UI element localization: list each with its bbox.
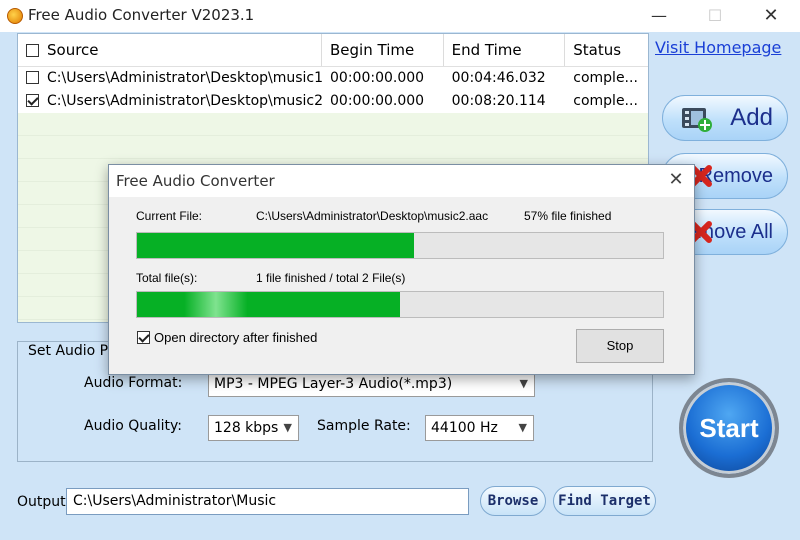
table-header: Source Begin Time End Time Status bbox=[18, 34, 648, 67]
add-label: Add bbox=[730, 104, 773, 131]
close-icon[interactable]: ✕ bbox=[756, 4, 786, 28]
total-files-label: Total file(s): bbox=[136, 271, 198, 285]
sample-rate-select[interactable]: 44100 Hz ▼ bbox=[425, 415, 534, 441]
row-checkbox[interactable] bbox=[26, 94, 39, 107]
begin-time-cell: 00:00:00.000 bbox=[330, 70, 425, 86]
find-target-button[interactable]: Find Target bbox=[553, 486, 656, 516]
empty-row bbox=[18, 113, 648, 136]
maximize-icon[interactable]: ☐ bbox=[700, 4, 730, 28]
audio-parameters-legend: Set Audio Pa bbox=[28, 343, 119, 359]
status-cell: comple... bbox=[573, 93, 638, 109]
output-path-field[interactable]: C:\Users\Administrator\Music bbox=[66, 488, 469, 515]
total-progress-fill bbox=[137, 292, 400, 317]
audio-quality-select[interactable]: 128 kbps ▼ bbox=[208, 415, 299, 441]
minimize-icon[interactable]: — bbox=[644, 4, 674, 28]
sample-rate-label: Sample Rate: bbox=[317, 418, 411, 434]
open-directory-label: Open directory after finished bbox=[154, 330, 318, 345]
app-icon bbox=[7, 8, 23, 24]
browse-button[interactable]: Browse bbox=[480, 486, 546, 516]
column-end-time[interactable]: End Time bbox=[444, 34, 566, 66]
audio-format-label: Audio Format: bbox=[84, 375, 183, 391]
start-button[interactable]: Start bbox=[679, 378, 779, 478]
select-all-checkbox[interactable] bbox=[26, 44, 39, 57]
current-file-label: Current File: bbox=[136, 209, 203, 223]
source-cell: C:\Users\Administrator\Desktop\music1... bbox=[18, 67, 322, 90]
total-files-status: 1 file finished / total 2 File(s) bbox=[256, 271, 406, 285]
empty-row bbox=[18, 136, 648, 159]
end-time-cell: 00:08:20.114 bbox=[451, 93, 546, 109]
table-row[interactable]: C:\Users\Administrator\Desktop\music2...… bbox=[18, 90, 648, 113]
begin-time-cell: 00:00:00.000 bbox=[330, 93, 425, 109]
total-progress-bar bbox=[136, 291, 664, 318]
current-file-path: C:\Users\Administrator\Desktop\music2.aa… bbox=[256, 209, 489, 223]
row-checkbox[interactable] bbox=[26, 71, 39, 84]
dialog-title: Free Audio Converter bbox=[109, 165, 694, 197]
stop-button[interactable]: Stop bbox=[576, 329, 664, 363]
output-label: Output bbox=[17, 494, 66, 510]
column-begin-time[interactable]: Begin Time bbox=[322, 34, 444, 66]
end-time-cell: 00:04:46.032 bbox=[451, 70, 546, 86]
chevron-down-icon: ▼ bbox=[283, 421, 292, 434]
current-file-percent: 57% file finished bbox=[524, 209, 612, 223]
film-add-icon bbox=[681, 105, 713, 140]
source-cell: C:\Users\Administrator\Desktop\music2... bbox=[18, 90, 322, 113]
add-button[interactable]: Add bbox=[662, 95, 788, 141]
dialog-close-icon[interactable]: ✕ bbox=[665, 169, 687, 190]
progress-dialog: Free Audio Converter ✕ Current File: C:\… bbox=[108, 164, 695, 375]
title-bar: Free Audio Converter V2023.1 — ☐ ✕ bbox=[0, 0, 800, 32]
column-source[interactable]: Source bbox=[18, 34, 323, 66]
window-title: Free Audio Converter V2023.1 bbox=[28, 6, 255, 24]
current-file-progress-bar bbox=[136, 232, 664, 259]
chevron-down-icon: ▼ bbox=[519, 377, 528, 390]
column-status[interactable]: Status bbox=[565, 34, 648, 66]
current-file-progress-fill bbox=[137, 233, 415, 258]
chevron-down-icon: ▼ bbox=[518, 421, 527, 434]
audio-quality-label: Audio Quality: bbox=[84, 418, 182, 434]
status-cell: comple... bbox=[573, 70, 638, 86]
open-directory-checkbox[interactable] bbox=[137, 331, 150, 344]
visit-homepage-link[interactable]: Visit Homepage bbox=[655, 38, 781, 57]
table-row[interactable]: C:\Users\Administrator\Desktop\music1...… bbox=[18, 67, 648, 90]
